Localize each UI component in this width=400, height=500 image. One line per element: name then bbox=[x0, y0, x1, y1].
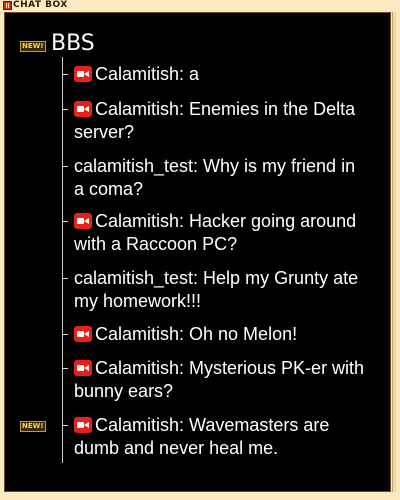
thread-title: calamitish_test: Why is my friend in a c… bbox=[74, 155, 369, 201]
thread-title: Calamitish: a bbox=[74, 63, 369, 86]
video-camera-icon bbox=[74, 101, 92, 117]
bbs-title[interactable]: BBS bbox=[51, 31, 95, 57]
thread-title-text: Calamitish: Mysterious PK-er with bunny … bbox=[74, 358, 365, 401]
window-title: CHAT BOX bbox=[13, 0, 68, 10]
thread-title-text: Calamitish: Enemies in the Delta server? bbox=[74, 99, 356, 142]
thread-title: Calamitish: Mysterious PK-er with bunny … bbox=[74, 357, 369, 403]
thread-tree-line bbox=[62, 57, 63, 463]
thread-title-text: Calamitish: Wavemasters are dumb and nev… bbox=[74, 415, 330, 458]
thread-title: calamitish_test: Help my Grunty ate my h… bbox=[74, 267, 369, 313]
thread-title: Calamitish: Hacker going around with a R… bbox=[74, 210, 369, 256]
tree-branch bbox=[63, 221, 68, 222]
tree-branch bbox=[63, 109, 68, 110]
chat-box-icon bbox=[3, 1, 12, 10]
thread-title: Calamitish: Oh no Melon! bbox=[74, 323, 369, 346]
video-camera-icon bbox=[74, 66, 92, 82]
thread-title-text: calamitish_test: Help my Grunty ate my h… bbox=[74, 268, 359, 311]
thread-title: Calamitish: Enemies in the Delta server? bbox=[74, 98, 369, 144]
title-bar[interactable]: CHAT BOX bbox=[0, 0, 400, 12]
video-camera-icon bbox=[74, 213, 92, 229]
tree-branch bbox=[63, 368, 68, 369]
thread-title-text: calamitish_test: Why is my friend in a c… bbox=[74, 156, 356, 199]
scrollbar[interactable] bbox=[392, 12, 396, 492]
thread-title-text: Calamitish: Hacker going around with a R… bbox=[74, 211, 357, 254]
video-camera-icon bbox=[74, 326, 92, 342]
thread-title-text: Calamitish: a bbox=[95, 64, 200, 84]
new-badge: NEW! bbox=[20, 41, 46, 52]
tree-branch bbox=[63, 278, 68, 279]
tree-branch bbox=[63, 425, 68, 426]
tree-branch bbox=[63, 334, 68, 335]
video-camera-icon bbox=[74, 360, 92, 376]
tree-branch bbox=[63, 74, 68, 75]
thread-title-text: Calamitish: Oh no Melon! bbox=[95, 324, 298, 344]
thread-title: Calamitish: Wavemasters are dumb and nev… bbox=[74, 414, 369, 460]
chat-box-window: CHAT BOX NEW! BBS Calamitish: a Calamiti… bbox=[0, 0, 400, 500]
tree-branch bbox=[63, 166, 68, 167]
video-camera-icon bbox=[74, 417, 92, 433]
new-badge: NEW! bbox=[20, 421, 46, 432]
